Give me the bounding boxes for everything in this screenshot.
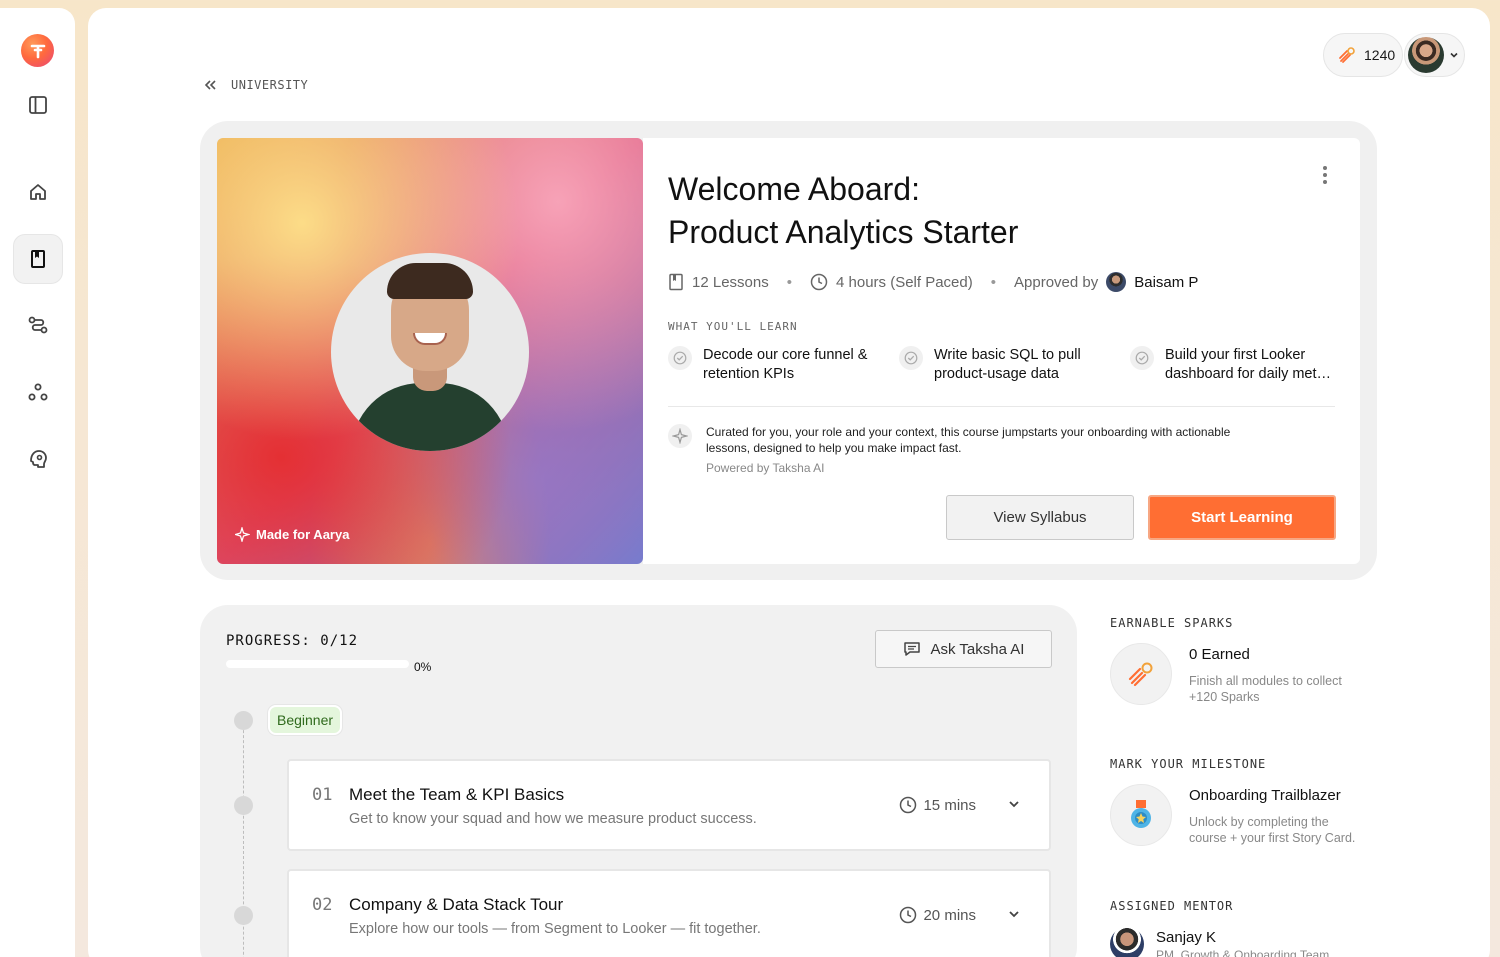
module-number: 02 <box>312 895 333 915</box>
milestone-label: MARK YOUR MILESTONE <box>1110 757 1267 771</box>
mentor-name: Sanjay K <box>1156 929 1217 946</box>
sidebar-toggle-icon[interactable] <box>13 80 63 130</box>
module-title: Company & Data Stack Tour <box>349 895 564 914</box>
home-icon <box>30 184 46 200</box>
sparks-icon <box>1339 47 1355 63</box>
course-cover-image: Made for Aarya <box>217 138 643 564</box>
mentor-icon <box>30 450 47 468</box>
module-description: Get to know your squad and how we measur… <box>349 811 757 827</box>
logo-icon[interactable] <box>21 34 54 67</box>
milestone-reward: Onboarding Trailblazer Unlock by complet… <box>1110 784 1369 846</box>
ask-taksha-button[interactable]: Ask Taksha AI <box>875 630 1052 668</box>
module-duration: 15 mins <box>899 796 976 814</box>
clock-icon <box>900 906 917 924</box>
approver-avatar <box>1106 272 1127 292</box>
chevron-down-icon <box>1450 52 1458 58</box>
course-details: Welcome Aboard: Product Analytics Starte… <box>643 138 1360 564</box>
learner-portrait <box>331 253 529 451</box>
clock-icon <box>810 273 828 291</box>
mentor-card[interactable]: Sanjay K PM, Growth & Onboarding Team <box>1110 927 1329 957</box>
module-card[interactable]: 02 Company & Data Stack Tour Explore how… <box>287 869 1051 957</box>
learn-item: Build your first Looker dashboard for da… <box>1130 346 1335 384</box>
sparks-count: 1240 <box>1364 47 1396 63</box>
profile-menu[interactable] <box>1404 33 1465 77</box>
sparks-counter[interactable]: 1240 <box>1323 33 1403 77</box>
milestone-desc: Unlock by completing the course + your f… <box>1189 815 1356 845</box>
sparkle-icon <box>235 527 250 542</box>
sparks-reward: 0 Earned Finish all modules to collect +… <box>1110 643 1369 705</box>
sparks-earned: 0 Earned <box>1189 646 1250 663</box>
timeline-dot <box>234 711 253 730</box>
mentor-label: ASSIGNED MENTOR <box>1110 899 1234 913</box>
nav-community[interactable] <box>13 367 63 417</box>
progress-label: PROGRESS: 0/12 <box>226 633 359 649</box>
medal-icon <box>1110 784 1172 846</box>
divider <box>668 406 1335 407</box>
chevron-down-icon[interactable] <box>1007 907 1021 921</box>
learn-items: Decode our core funnel & retention KPIs … <box>668 346 1335 384</box>
approved-label: Approved by <box>1014 273 1099 291</box>
sparks-earned-desc: Finish all modules to collect +120 Spark… <box>1189 674 1342 704</box>
book-icon <box>31 250 45 268</box>
course-duration: 4 hours (Self Paced) <box>836 273 973 291</box>
book-icon <box>669 273 683 291</box>
made-for-label: Made for Aarya <box>235 527 349 542</box>
start-learning-button[interactable]: Start Learning <box>1148 495 1336 540</box>
mentor-role: PM, Growth & Onboarding Team <box>1156 948 1330 957</box>
module-duration: 20 mins <box>899 906 976 924</box>
module-description: Explore how our tools — from Segment to … <box>349 921 761 937</box>
clock-icon <box>900 796 917 814</box>
course-meta: 12 Lessons • 4 hours (Self Paced) • Appr… <box>668 272 1198 292</box>
chat-icon <box>903 642 920 656</box>
powered-by: Powered by Taksha AI <box>706 461 825 475</box>
chevron-down-icon[interactable] <box>1007 797 1021 811</box>
timeline-dot <box>234 796 253 815</box>
kebab-icon[interactable] <box>1322 166 1328 184</box>
learn-item: Write basic SQL to pull product-usage da… <box>899 346 1130 384</box>
sparkle-icon <box>668 424 692 448</box>
check-circle-icon <box>1130 346 1154 370</box>
progress-panel: PROGRESS: 0/12 0% Ask Taksha AI Beginner… <box>200 605 1077 957</box>
module-title: Meet the Team & KPI Basics <box>349 785 565 804</box>
breadcrumb-label[interactable]: UNIVERSITY <box>231 78 308 92</box>
progress-bar <box>226 660 409 668</box>
level-badge: Beginner <box>268 705 343 735</box>
breadcrumb: UNIVERSITY <box>203 78 308 92</box>
timeline-dot <box>234 906 253 925</box>
check-circle-icon <box>899 346 923 370</box>
route-icon <box>28 316 48 334</box>
double-chevron-left-icon[interactable] <box>203 79 217 91</box>
nav-mentor[interactable] <box>13 434 63 484</box>
avatar <box>1408 37 1444 73</box>
sidebar <box>0 8 75 957</box>
earnable-sparks-label: EARNABLE SPARKS <box>1110 616 1234 630</box>
module-card[interactable]: 01 Meet the Team & KPI Basics Get to kno… <box>287 759 1051 851</box>
avatar <box>1110 927 1144 957</box>
lesson-count: 12 Lessons <box>692 273 769 291</box>
nav-home[interactable] <box>13 167 63 217</box>
learn-section-label: WHAT YOU'LL LEARN <box>668 320 798 333</box>
check-circle-icon <box>668 346 692 370</box>
course-hero: Made for Aarya Welcome Aboard: Product A… <box>200 121 1377 580</box>
main-content: 1240 UNIVERSITY Made for Aarya Welcome A… <box>88 8 1490 957</box>
community-icon <box>28 383 48 401</box>
progress-percent: 0% <box>414 660 432 674</box>
course-title: Welcome Aboard: Product Analytics Starte… <box>668 171 1019 250</box>
sparks-icon <box>1110 643 1172 705</box>
learn-item: Decode our core funnel & retention KPIs <box>668 346 899 384</box>
curated-note: Curated for you, your role and your cont… <box>668 424 1236 475</box>
approver-name[interactable]: Baisam P <box>1134 274 1198 291</box>
curated-text: Curated for you, your role and your cont… <box>706 425 1231 455</box>
view-syllabus-button[interactable]: View Syllabus <box>946 495 1134 540</box>
nav-paths[interactable] <box>13 300 63 350</box>
milestone-title: Onboarding Trailblazer <box>1189 787 1341 804</box>
module-number: 01 <box>312 785 333 805</box>
nav-university[interactable] <box>13 234 63 284</box>
